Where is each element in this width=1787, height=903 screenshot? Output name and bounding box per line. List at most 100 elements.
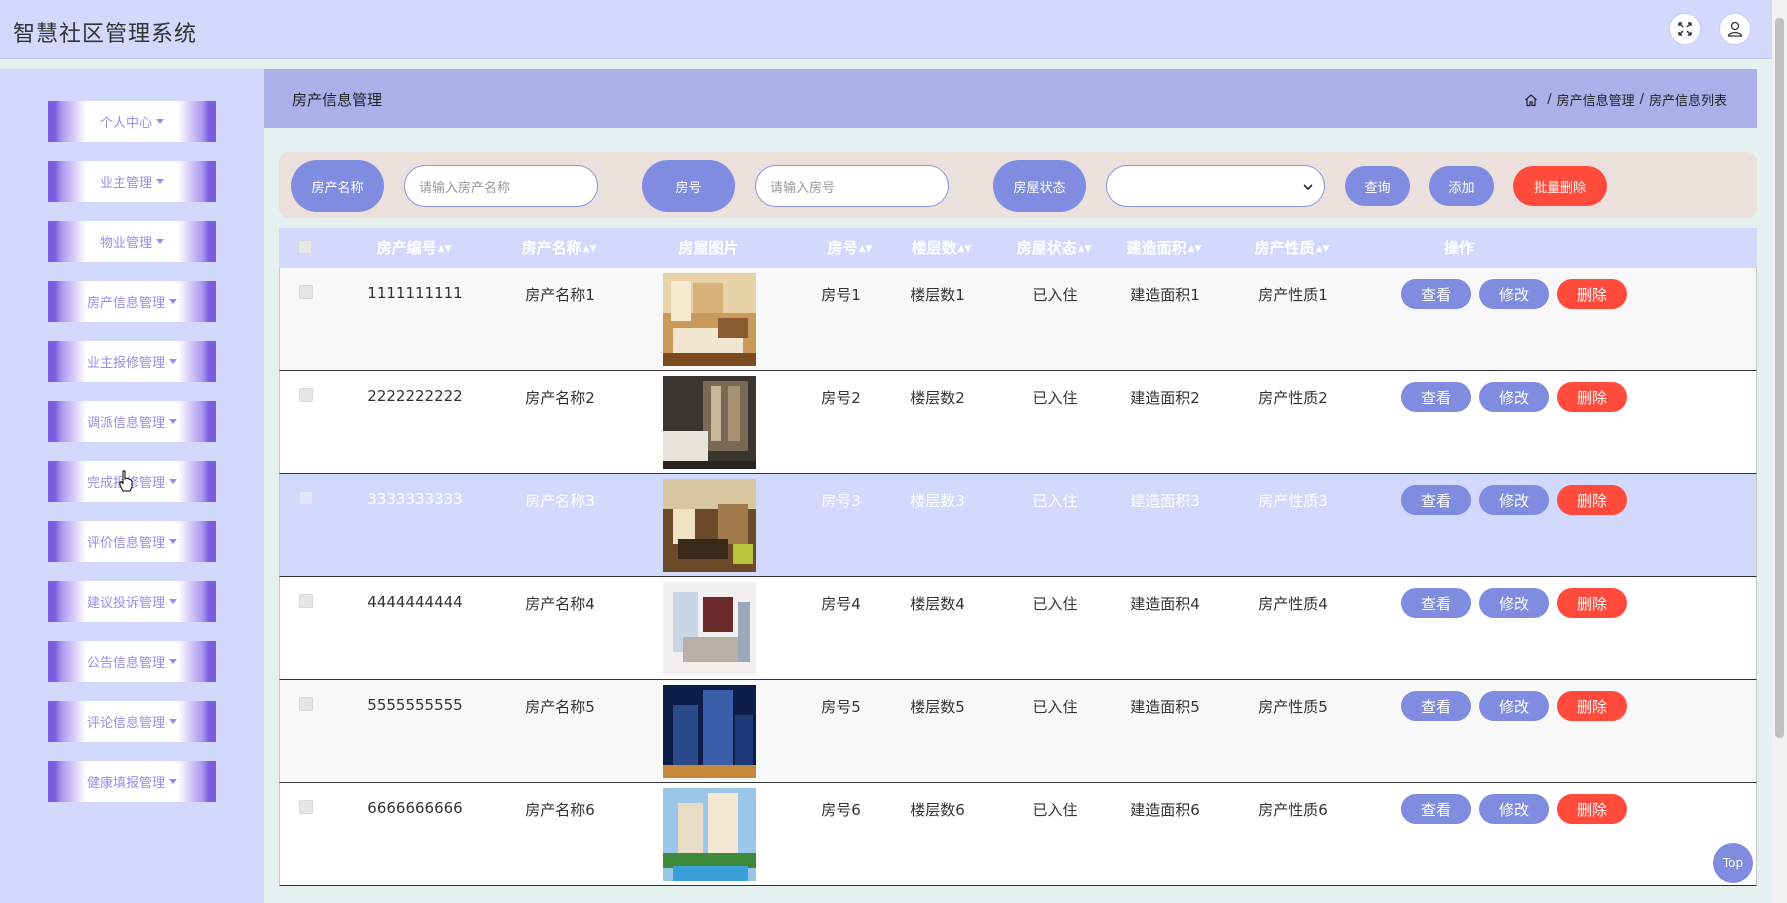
breadcrumb-item[interactable]: 房产信息管理 — [1557, 90, 1635, 109]
house-name-label: 房产名称 — [291, 160, 384, 212]
user-button[interactable] — [1720, 14, 1750, 44]
home-icon[interactable] — [1524, 93, 1538, 107]
cell-house-name: 房产名称5 — [525, 698, 595, 716]
column-header-floors[interactable]: 楼层数▲▼ — [889, 228, 994, 268]
row-checkbox[interactable] — [299, 285, 313, 299]
delete-button[interactable]: 删除 — [1557, 794, 1627, 824]
sidebar-item-comment-management[interactable]: 评论信息管理 — [48, 701, 216, 742]
house-image — [663, 582, 756, 675]
house-image — [663, 479, 756, 572]
cell-house-id: 5555555555 — [367, 696, 463, 714]
sidebar-item-label: 公告信息管理 — [86, 656, 165, 671]
delete-button[interactable]: 删除 — [1557, 691, 1627, 721]
cell-house-name: 房产名称6 — [525, 801, 595, 819]
view-button[interactable]: 查看 — [1401, 485, 1471, 515]
cell-room-number: 房号4 — [821, 595, 861, 613]
fullscreen-button[interactable] — [1670, 14, 1700, 44]
row-checkbox[interactable] — [299, 800, 313, 814]
column-header-actions: 操作 — [1443, 239, 1474, 257]
view-button[interactable]: 查看 — [1401, 279, 1471, 309]
column-header-build-area[interactable]: 建造面积▲▼ — [1099, 228, 1229, 268]
view-button[interactable]: 查看 — [1401, 794, 1471, 824]
sidebar-item-label: 评论信息管理 — [86, 716, 165, 731]
column-header-house-image: 房屋图片 — [678, 239, 739, 257]
caret-down-icon — [169, 599, 177, 604]
sort-icon: ▲▼ — [1077, 243, 1092, 254]
table-row: 3333333333 房产名称3 房号3 楼层数3 已入住 建造面积3 房产性质… — [279, 474, 1757, 577]
house-image — [663, 788, 756, 881]
back-to-top-button[interactable]: Top — [1713, 843, 1753, 883]
sort-icon: ▲▼ — [1315, 243, 1330, 254]
cell-build-area: 建造面积4 — [1130, 595, 1200, 613]
sidebar-item-property-staff-management[interactable]: 物业管理 — [48, 221, 216, 262]
cell-build-area: 建造面积2 — [1130, 389, 1200, 407]
view-button[interactable]: 查看 — [1401, 588, 1471, 618]
row-checkbox[interactable] — [299, 697, 313, 711]
cell-floors: 楼层数3 — [910, 492, 965, 510]
batch-delete-button[interactable]: 批量删除 — [1513, 166, 1607, 206]
sidebar-item-notice-management[interactable]: 公告信息管理 — [48, 641, 216, 682]
scrollbar-thumb[interactable] — [1775, 18, 1784, 738]
row-checkbox[interactable] — [299, 388, 313, 402]
sidebar-item-label: 建议投诉管理 — [86, 596, 165, 611]
cell-floors: 楼层数5 — [910, 698, 965, 716]
sidebar-item-repair-management[interactable]: 业主报修管理 — [48, 341, 216, 382]
row-checkbox[interactable] — [299, 594, 313, 608]
delete-button[interactable]: 删除 — [1557, 485, 1627, 515]
house-image — [663, 685, 756, 778]
sidebar-item-label: 物业管理 — [99, 236, 152, 251]
edit-button[interactable]: 修改 — [1479, 485, 1549, 515]
query-button[interactable]: 查询 — [1345, 166, 1410, 206]
table-row: 1111111111 房产名称1 房号1 楼层数1 已入住 建造面积1 房产性质… — [279, 268, 1757, 371]
column-label: 房号 — [827, 239, 858, 257]
sidebar-item-house-info-management[interactable]: 房产信息管理 — [48, 281, 216, 322]
edit-button[interactable]: 修改 — [1479, 279, 1549, 309]
page-scrollbar[interactable] — [1772, 0, 1787, 903]
column-header-house-nature[interactable]: 房产性质▲▼ — [1227, 228, 1357, 268]
select-all-checkbox[interactable] — [298, 240, 312, 254]
cell-build-area: 建造面积6 — [1130, 801, 1200, 819]
sort-icon: ▲▼ — [1187, 243, 1202, 254]
top-header: 智慧社区管理系统 — [0, 0, 1772, 59]
table-row: 5555555555 房产名称5 房号5 楼层数5 已入住 建造面积5 房产性质… — [279, 680, 1757, 783]
column-header-house-id[interactable]: 房产编号▲▼ — [349, 228, 479, 268]
delete-button[interactable]: 删除 — [1557, 279, 1627, 309]
room-number-input[interactable]: 请输入房号 — [755, 165, 949, 207]
house-status-select[interactable] — [1106, 165, 1325, 207]
house-name-input[interactable]: 请输入房产名称 — [404, 165, 598, 207]
column-header-room-number[interactable]: 房号▲▼ — [805, 228, 895, 268]
cell-room-number: 房号6 — [821, 801, 861, 819]
delete-button[interactable]: 删除 — [1557, 588, 1627, 618]
add-button[interactable]: 添加 — [1429, 166, 1494, 206]
sidebar-item-evaluation-management[interactable]: 评价信息管理 — [48, 521, 216, 562]
sidebar-item-owner-management[interactable]: 业主管理 — [48, 161, 216, 202]
caret-down-icon — [156, 179, 164, 184]
cell-house-id: 1111111111 — [367, 284, 463, 302]
sidebar-item-personal-center[interactable]: 个人中心 — [48, 101, 216, 142]
main-content: 房产信息管理 / 房产信息管理 / 房产信息列表 房产名称 请输入房产名称 房号… — [264, 69, 1772, 903]
edit-button[interactable]: 修改 — [1479, 382, 1549, 412]
view-button[interactable]: 查看 — [1401, 382, 1471, 412]
sidebar-item-health-report-management[interactable]: 健康填报管理 — [48, 761, 216, 802]
sort-icon: ▲▼ — [582, 243, 597, 254]
sidebar-item-complaint-management[interactable]: 建议投诉管理 — [48, 581, 216, 622]
sidebar-item-dispatch-management[interactable]: 调派信息管理 — [48, 401, 216, 442]
delete-button[interactable]: 删除 — [1557, 382, 1627, 412]
column-label: 房产性质 — [1254, 239, 1315, 257]
column-label: 房产编号 — [376, 239, 437, 257]
cell-floors: 楼层数4 — [910, 595, 965, 613]
view-button[interactable]: 查看 — [1401, 691, 1471, 721]
edit-button[interactable]: 修改 — [1479, 794, 1549, 824]
column-header-house-name[interactable]: 房产名称▲▼ — [494, 228, 624, 268]
house-image — [663, 273, 756, 366]
breadcrumb-item-current: 房产信息列表 — [1648, 94, 1727, 109]
cell-build-area: 建造面积5 — [1130, 698, 1200, 716]
cell-room-number: 房号1 — [821, 286, 861, 304]
row-checkbox[interactable] — [299, 491, 313, 505]
house-status-label: 房屋状态 — [993, 160, 1086, 212]
cell-room-number: 房号5 — [821, 698, 861, 716]
column-label: 房产名称 — [521, 239, 582, 257]
edit-button[interactable]: 修改 — [1479, 588, 1549, 618]
edit-button[interactable]: 修改 — [1479, 691, 1549, 721]
page-title: 房产信息管理 — [292, 91, 383, 109]
